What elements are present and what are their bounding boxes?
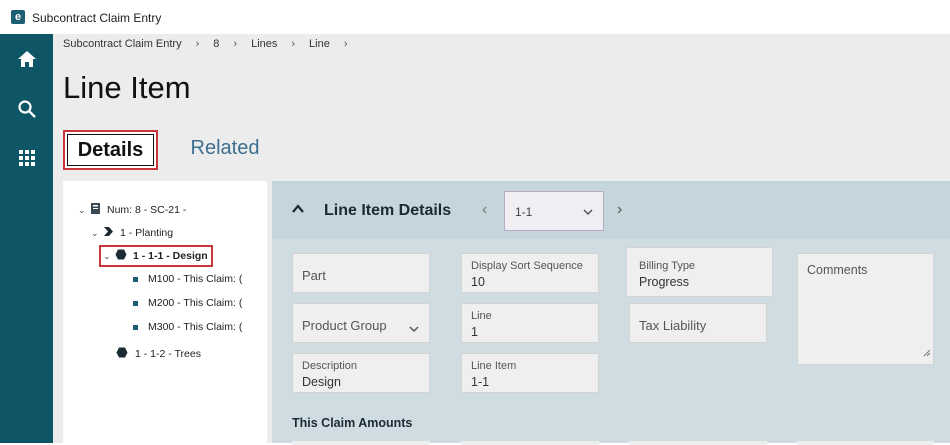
chevron-shape-icon [103, 226, 114, 240]
section-title: Line Item Details [324, 202, 452, 219]
tree-node-label: 1 - 1-2 - Trees [135, 348, 201, 360]
window-title: Subcontract Claim Entry [32, 11, 162, 25]
hexagon-icon [116, 347, 128, 361]
description-field[interactable]: Description Design [292, 353, 430, 393]
details-panel: Line Item Details ‹ 1-1 › Part Display S… [272, 181, 950, 445]
tree-node-root[interactable]: ⌄ Num: 8 - SC-21 - [78, 202, 186, 218]
tree-node-label: M300 - This Claim: ( [148, 321, 243, 333]
chevron-right-icon[interactable]: › [617, 201, 622, 219]
field-value: 1 [471, 325, 478, 339]
field-label: Comments [807, 263, 868, 277]
chevron-up-icon[interactable] [290, 201, 306, 217]
field-value: 1-1 [471, 375, 490, 389]
left-navigation [0, 34, 53, 443]
square-bullet-icon [133, 324, 138, 330]
apps-grid-icon[interactable] [14, 145, 40, 171]
chevron-right-icon: › [233, 38, 238, 50]
subsection-title: This Claim Amounts [292, 416, 413, 430]
chevron-down-icon[interactable]: ⌄ [91, 228, 103, 239]
breadcrumb-item[interactable]: Lines [251, 38, 277, 50]
tree-node-label: 1 - 1-1 - Design [133, 250, 208, 262]
chevron-down-icon[interactable]: ⌄ [103, 251, 115, 262]
field-label: Part [302, 268, 326, 283]
chevron-down-icon [409, 320, 419, 338]
chevron-down-icon[interactable]: ⌄ [78, 205, 90, 216]
amount-field-edge [629, 441, 767, 445]
amount-field-edge [461, 441, 599, 445]
tree-node-label: Num: 8 - SC-21 - [107, 204, 187, 216]
field-label: Line [471, 310, 492, 322]
chevron-right-icon: › [291, 38, 296, 50]
line-selector-value: 1-1 [515, 205, 533, 219]
comments-field[interactable]: Comments [797, 253, 934, 365]
title-bar: e Subcontract Claim Entry [0, 0, 950, 35]
tree-panel: ⌄ Num: 8 - SC-21 - ⌄ 1 - Planting ⌄ 1 - … [63, 181, 267, 443]
tab-details-label: Details [67, 134, 154, 166]
line-field[interactable]: Line 1 [461, 303, 599, 343]
field-label: Tax Liability [639, 318, 707, 333]
product-group-field[interactable]: Product Group [292, 303, 430, 343]
tree-node-child[interactable]: M300 - This Claim: ( [133, 321, 247, 333]
search-icon[interactable] [14, 96, 40, 122]
field-value: 10 [471, 275, 485, 289]
tab-details[interactable]: Details [63, 130, 158, 170]
field-value: Progress [639, 275, 690, 289]
chevron-down-icon [583, 205, 593, 219]
line-selector[interactable]: 1-1 [504, 191, 604, 231]
field-label: Billing Type [639, 260, 696, 272]
field-label: Line Item [471, 360, 517, 372]
field-value: Design [302, 375, 341, 389]
chevron-left-icon[interactable]: ‹ [482, 201, 487, 219]
tree-node-label: M100 - This Claim: ( [148, 273, 243, 285]
tree-node-child[interactable]: M100 - This Claim: ( [133, 273, 247, 285]
tree-node-label: 1 - Planting [120, 227, 174, 239]
page-title: Line Item [63, 70, 191, 105]
chevron-right-icon: › [195, 38, 200, 50]
amount-field-edge [292, 441, 430, 445]
app-logo-icon: e [11, 10, 25, 24]
book-icon [90, 202, 101, 218]
square-bullet-icon [133, 300, 138, 306]
field-label: Display Sort Sequence [471, 260, 583, 272]
breadcrumb-item[interactable]: Line [309, 38, 330, 50]
line-item-field[interactable]: Line Item 1-1 [461, 353, 599, 393]
tree-node-trees[interactable]: 1 - 1-2 - Trees [116, 347, 201, 361]
tab-related[interactable]: Related [190, 130, 260, 166]
tax-liability-field[interactable]: Tax Liability [629, 303, 767, 343]
tree-node-label: M200 - This Claim: ( [148, 297, 243, 309]
tree-node-child[interactable]: M200 - This Claim: ( [133, 297, 247, 309]
part-field[interactable]: Part [292, 253, 430, 293]
breadcrumb-item[interactable]: Subcontract Claim Entry [63, 38, 182, 50]
hexagon-icon [115, 249, 127, 263]
home-icon[interactable] [14, 46, 40, 72]
resize-handle-icon[interactable] [923, 344, 931, 362]
chevron-right-icon: › [343, 38, 348, 50]
breadcrumb: Subcontract Claim Entry › 8 › Lines › Li… [63, 38, 368, 50]
breadcrumb-item[interactable]: 8 [213, 38, 219, 50]
field-label: Product Group [302, 318, 387, 333]
tree-node-planting[interactable]: ⌄ 1 - Planting [91, 226, 173, 240]
tree-node-design[interactable]: ⌄ 1 - 1-1 - Design [99, 245, 213, 267]
main-area: Subcontract Claim Entry › 8 › Lines › Li… [53, 34, 950, 445]
details-header: Line Item Details ‹ 1-1 › [272, 181, 950, 239]
display-sort-sequence-field[interactable]: Display Sort Sequence 10 [461, 253, 599, 293]
billing-type-field[interactable]: Billing Type Progress [626, 247, 773, 297]
square-bullet-icon [133, 276, 138, 282]
amount-field-edge [797, 441, 934, 445]
field-label: Description [302, 360, 358, 372]
